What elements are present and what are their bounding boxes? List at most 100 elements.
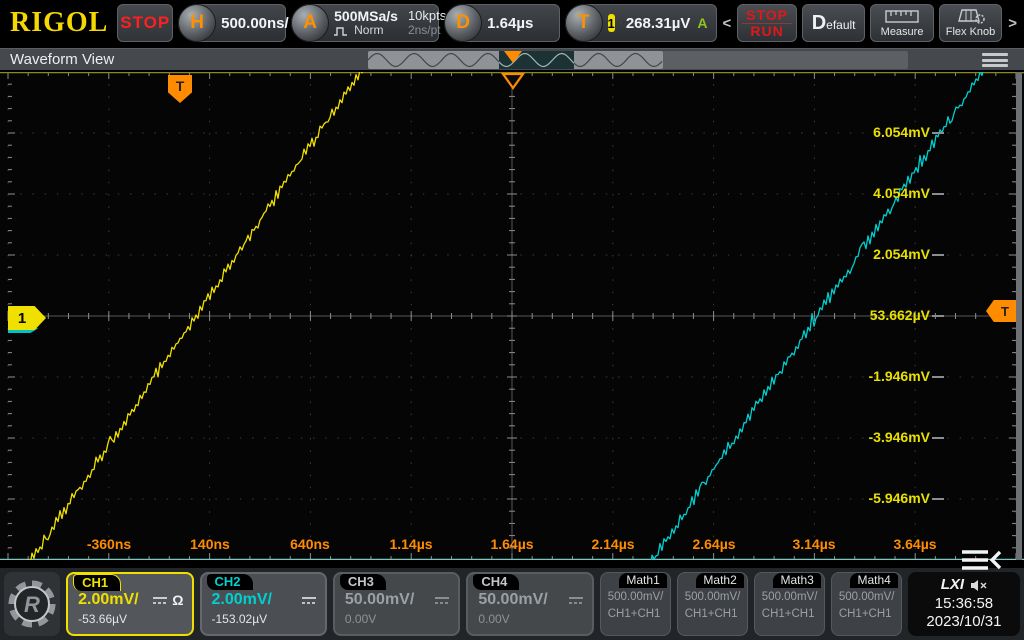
system-status-panel[interactable]: LXI 15:36:58 2023/10/31	[908, 572, 1020, 636]
timebase-preview-waveform	[368, 51, 908, 69]
channel-block-ch3[interactable]: CH3 50.00mV/ 0.00V	[333, 572, 460, 636]
math4-expression: CH1+CH1	[839, 606, 897, 623]
math2-scale: 500.00mV/	[685, 589, 743, 606]
memory-depth: 10kpts	[408, 9, 446, 24]
channel-block-ch4[interactable]: CH4 50.00mV/ 0.00V	[466, 572, 593, 636]
channel-block-ch1[interactable]: CH1 2.00mV/ Ω -53.66µV	[66, 572, 193, 636]
view-menu-icon[interactable]	[982, 53, 1008, 67]
t-axis-label: 640ns	[290, 536, 330, 552]
time-resolution: 2ns/pt	[408, 24, 441, 38]
timebase-scrollbar[interactable]	[368, 51, 908, 69]
ch4-scale: 50.00mV/	[478, 591, 547, 609]
dc-coupling-icon	[568, 596, 584, 605]
math2-tab: Math2	[696, 573, 743, 588]
vertical-scrollbar[interactable]	[1016, 72, 1022, 560]
lxi-logo: LXI	[941, 576, 964, 595]
horizontal-scale-value: 500.00ns/	[221, 15, 289, 32]
trigger-source-badge: 1	[608, 14, 615, 32]
math-block-2[interactable]: Math2 500.00mV/ CH1+CH1	[677, 572, 748, 636]
top-status-bar: RIGOL STOP H 500.00ns/ A 500MSa/s Norm 1…	[0, 0, 1024, 46]
speaker-muted-icon	[970, 579, 987, 592]
acquire-mode: Norm	[354, 24, 383, 37]
system-date: 2023/10/31	[926, 613, 1001, 632]
toolbar-scroll-right[interactable]: >	[1007, 15, 1018, 32]
rising-edge-icon	[620, 15, 622, 31]
run-stop-button[interactable]: STOP RUN	[737, 4, 797, 42]
run-stop-line2: RUN	[750, 24, 783, 39]
channel-block-ch2[interactable]: CH2 2.00mV/ -153.02µV	[200, 572, 327, 636]
navigation-gear-button[interactable]: R	[4, 572, 60, 636]
v-axis-label: -5.946mV	[790, 490, 930, 506]
ch1-impedance: Ω	[172, 592, 183, 608]
t-axis-label: 3.14µs	[792, 536, 835, 552]
trigger-knob-icon[interactable]: T	[565, 4, 603, 42]
math-block-3[interactable]: Math3 500.00mV/ CH1+CH1	[754, 572, 825, 636]
horizontal-knob-icon[interactable]: H	[178, 4, 216, 42]
svg-text:R: R	[24, 592, 40, 617]
t-axis-label: 1.64µs	[490, 536, 533, 552]
ch2-tab: CH2	[207, 574, 253, 590]
ch1-offset: -53.66µV	[78, 612, 183, 626]
results-menu-icon[interactable]	[960, 548, 1004, 572]
t-axis-label: 2.64µs	[692, 536, 735, 552]
run-stop-line1: STOP	[742, 8, 792, 24]
horizontal-scale-control[interactable]: H 500.00ns/	[178, 4, 286, 42]
flex-knob-button[interactable]: Flex Knob	[939, 4, 1002, 42]
default-button[interactable]: Default	[802, 4, 865, 42]
v-axis-label: -1.946mV	[790, 368, 930, 384]
ruler-icon	[885, 9, 919, 24]
math1-tab: Math1	[619, 573, 666, 588]
ch3-tab: CH3	[340, 574, 386, 590]
default-d: D	[812, 12, 826, 34]
v-axis-label: -3.946mV	[790, 429, 930, 445]
v-axis-label: 2.054mV	[790, 246, 930, 262]
oscilloscope-screen: RIGOL STOP H 500.00ns/ A 500MSa/s Norm 1…	[0, 0, 1024, 640]
v-axis-label: 53.662µV	[790, 307, 930, 323]
ch4-tab: CH4	[473, 574, 519, 590]
acquire-knob-icon[interactable]: A	[291, 4, 329, 42]
system-time: 15:36:58	[935, 595, 993, 614]
trigger-control[interactable]: T 1 268.31µV A	[565, 4, 717, 42]
memory-depth-group: 10kpts 2ns/pt	[408, 9, 446, 38]
math3-tab: Math3	[773, 573, 820, 588]
status-text: STOP	[120, 13, 170, 33]
ch3-scale: 50.00mV/	[345, 591, 414, 609]
v-axis-label: 6.054mV	[790, 124, 930, 140]
ch3-offset: 0.00V	[345, 612, 450, 626]
waveform-view-title: Waveform View	[10, 51, 114, 68]
t-axis-label: 2.14µs	[591, 536, 634, 552]
rigol-gear-icon: R	[7, 577, 57, 631]
rigol-logo: RIGOL	[6, 7, 112, 39]
ch2-offset: -153.02µV	[212, 612, 317, 626]
sample-rate: 500MSa/s	[334, 9, 398, 24]
knob-icon	[956, 8, 986, 24]
v-axis-label: 4.054mV	[790, 185, 930, 201]
horizontal-reference-marker[interactable]	[501, 72, 525, 90]
sample-rate-group: 500MSa/s Norm	[334, 9, 398, 38]
acquisition-status-badge: STOP	[117, 4, 173, 42]
t-axis-label: 140ns	[190, 536, 230, 552]
t-axis-label: 3.64µs	[893, 536, 936, 552]
horizontal-delay-control[interactable]: D 1.64µs	[444, 4, 559, 42]
math1-expression: CH1+CH1	[608, 606, 666, 623]
ch1-scale: 2.00mV/	[78, 591, 138, 609]
measure-button[interactable]: Measure	[870, 4, 933, 42]
waveform-view-titlebar: Waveform View	[0, 48, 1024, 70]
math4-tab: Math4	[850, 573, 897, 588]
math2-expression: CH1+CH1	[685, 606, 743, 623]
math-block-1[interactable]: Math1 500.00mV/ CH1+CH1	[600, 572, 671, 636]
trigger-sweep-mode: A	[697, 15, 707, 31]
math3-expression: CH1+CH1	[762, 606, 820, 623]
math3-scale: 500.00mV/	[762, 589, 820, 606]
math4-scale: 500.00mV/	[839, 589, 897, 606]
math-block-4[interactable]: Math4 500.00mV/ CH1+CH1	[831, 572, 902, 636]
delay-knob-icon[interactable]: D	[444, 4, 482, 42]
acquire-control[interactable]: A 500MSa/s Norm 10kpts 2ns/pt	[291, 4, 439, 42]
default-rest: efault	[826, 18, 855, 32]
math1-scale: 500.00mV/	[608, 589, 666, 606]
delay-value: 1.64µs	[487, 15, 533, 32]
ch4-offset: 0.00V	[478, 612, 583, 626]
toolbar-scroll-left[interactable]: <	[722, 15, 733, 32]
measure-label: Measure	[881, 26, 924, 38]
t-axis-label: -360ns	[87, 536, 131, 552]
